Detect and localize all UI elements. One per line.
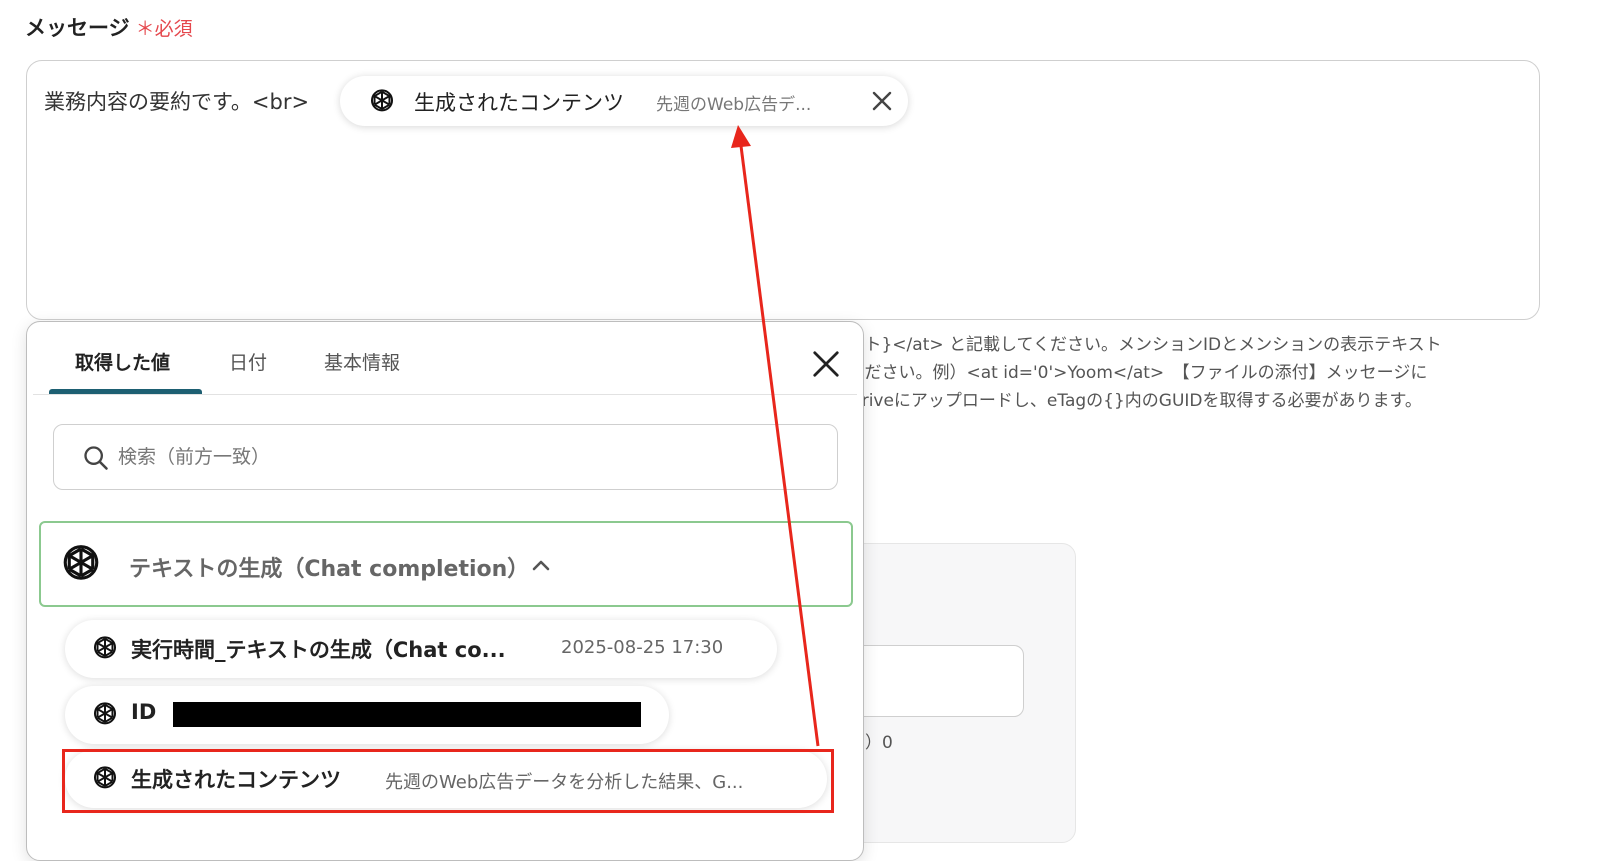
- openai-icon: [368, 88, 396, 116]
- close-icon[interactable]: [870, 89, 894, 113]
- chevron-up-icon: [532, 560, 550, 571]
- openai-icon: [91, 635, 119, 663]
- close-icon[interactable]: [811, 349, 841, 379]
- item-title: ID: [131, 700, 157, 724]
- list-item-id[interactable]: ID: [65, 686, 669, 744]
- highlight-box: [62, 749, 834, 813]
- search-input[interactable]: [118, 439, 818, 475]
- field-label-text: メッセージ: [25, 16, 130, 40]
- chip-title: 生成されたコンテンツ: [414, 91, 624, 115]
- tab-acquired-values[interactable]: 取得した値: [75, 348, 170, 375]
- group-title: テキストの生成（Chat completion）: [129, 557, 530, 582]
- openai-icon: [91, 701, 119, 729]
- tab-basic-info[interactable]: 基本情報: [324, 348, 400, 375]
- message-variable-chip[interactable]: 生成されたコンテンツ 先週のWeb広告デ...: [340, 76, 908, 126]
- search-box: [53, 424, 838, 490]
- openai-icon: [59, 543, 103, 587]
- required-mark: ＊必須: [135, 18, 193, 40]
- help-text-line: 前にOneDriveにアップロードし、eTagの{}内のGUIDを取得する必要が…: [780, 391, 1422, 411]
- message-prefix-text: 業務内容の要約です。<br>: [44, 90, 310, 114]
- search-icon: [84, 446, 108, 470]
- item-title: 実行時間_テキストの生成（Chat co...: [131, 638, 506, 662]
- item-value: 2025-08-25 17:30: [561, 637, 724, 658]
- chip-preview: 先週のWeb広告デ...: [656, 95, 812, 115]
- help-text-line: 表示テキスト}</at> と記載してください。メンションIDとメンションの表示テ…: [780, 335, 1442, 355]
- group-header-chat-completion[interactable]: テキストの生成（Chat completion）: [39, 521, 853, 607]
- list-item-execution-time[interactable]: 実行時間_テキストの生成（Chat co... 2025-08-25 17:30: [65, 620, 777, 678]
- field-label: メッセージ ＊必須: [25, 12, 193, 42]
- tab-divider: [33, 394, 857, 395]
- redacted-value: [173, 702, 641, 727]
- help-text-line: 致させてください。例）<at id='0'>Yoom</at> 【ファイルの添付…: [780, 363, 1428, 383]
- tab-date[interactable]: 日付: [229, 348, 267, 375]
